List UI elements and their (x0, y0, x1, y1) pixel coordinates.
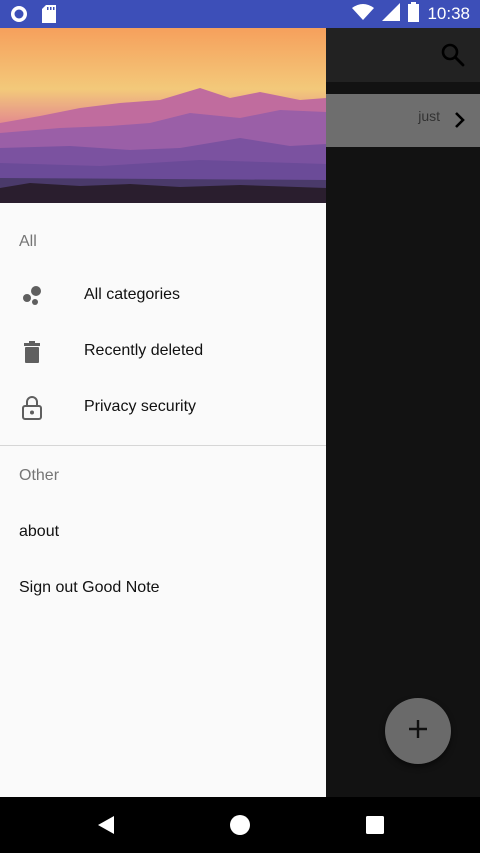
section-header-other: Other (19, 467, 60, 484)
recents-icon[interactable] (363, 813, 387, 837)
chevron-right-icon (452, 109, 468, 131)
drawer-item-privacy-security[interactable]: Privacy security (0, 380, 326, 436)
sd-card-icon (42, 5, 56, 28)
navigation-drawer: All All categories Recently deleted Priv… (0, 28, 326, 797)
drawer-item-label: Sign out Good Note (19, 579, 160, 596)
wifi-icon (352, 3, 375, 26)
drawer-item-all-categories[interactable]: All categories (0, 268, 326, 324)
trash-icon (20, 340, 44, 364)
plus-icon (407, 718, 429, 745)
drawer-item-label: about (19, 523, 60, 540)
search-icon[interactable] (440, 42, 466, 68)
status-bar: 10:38 (0, 0, 480, 28)
drawer-item-sign-out[interactable]: Sign out Good Note (0, 561, 326, 617)
note-timestamp: just (418, 108, 440, 124)
drawer-divider (0, 445, 326, 446)
drawer-item-recently-deleted[interactable]: Recently deleted (0, 324, 326, 380)
battery-icon (408, 1, 420, 27)
drawer-item-about[interactable]: about (0, 505, 326, 561)
status-time: 10:38 (427, 4, 470, 23)
drawer-item-label: Privacy security (84, 398, 197, 415)
signal-icon (382, 2, 401, 26)
section-header-all: All (19, 233, 37, 250)
back-icon[interactable] (94, 813, 118, 837)
system-nav-bar (0, 797, 480, 853)
drawer-item-label: Recently deleted (84, 342, 204, 359)
circle-app-icon (10, 5, 28, 28)
drawer-header-image (0, 28, 326, 203)
lock-icon (20, 396, 44, 420)
categories-icon (20, 284, 44, 308)
home-icon[interactable] (228, 813, 252, 837)
add-note-button[interactable] (385, 698, 451, 764)
drawer-item-label: All categories (84, 286, 181, 303)
